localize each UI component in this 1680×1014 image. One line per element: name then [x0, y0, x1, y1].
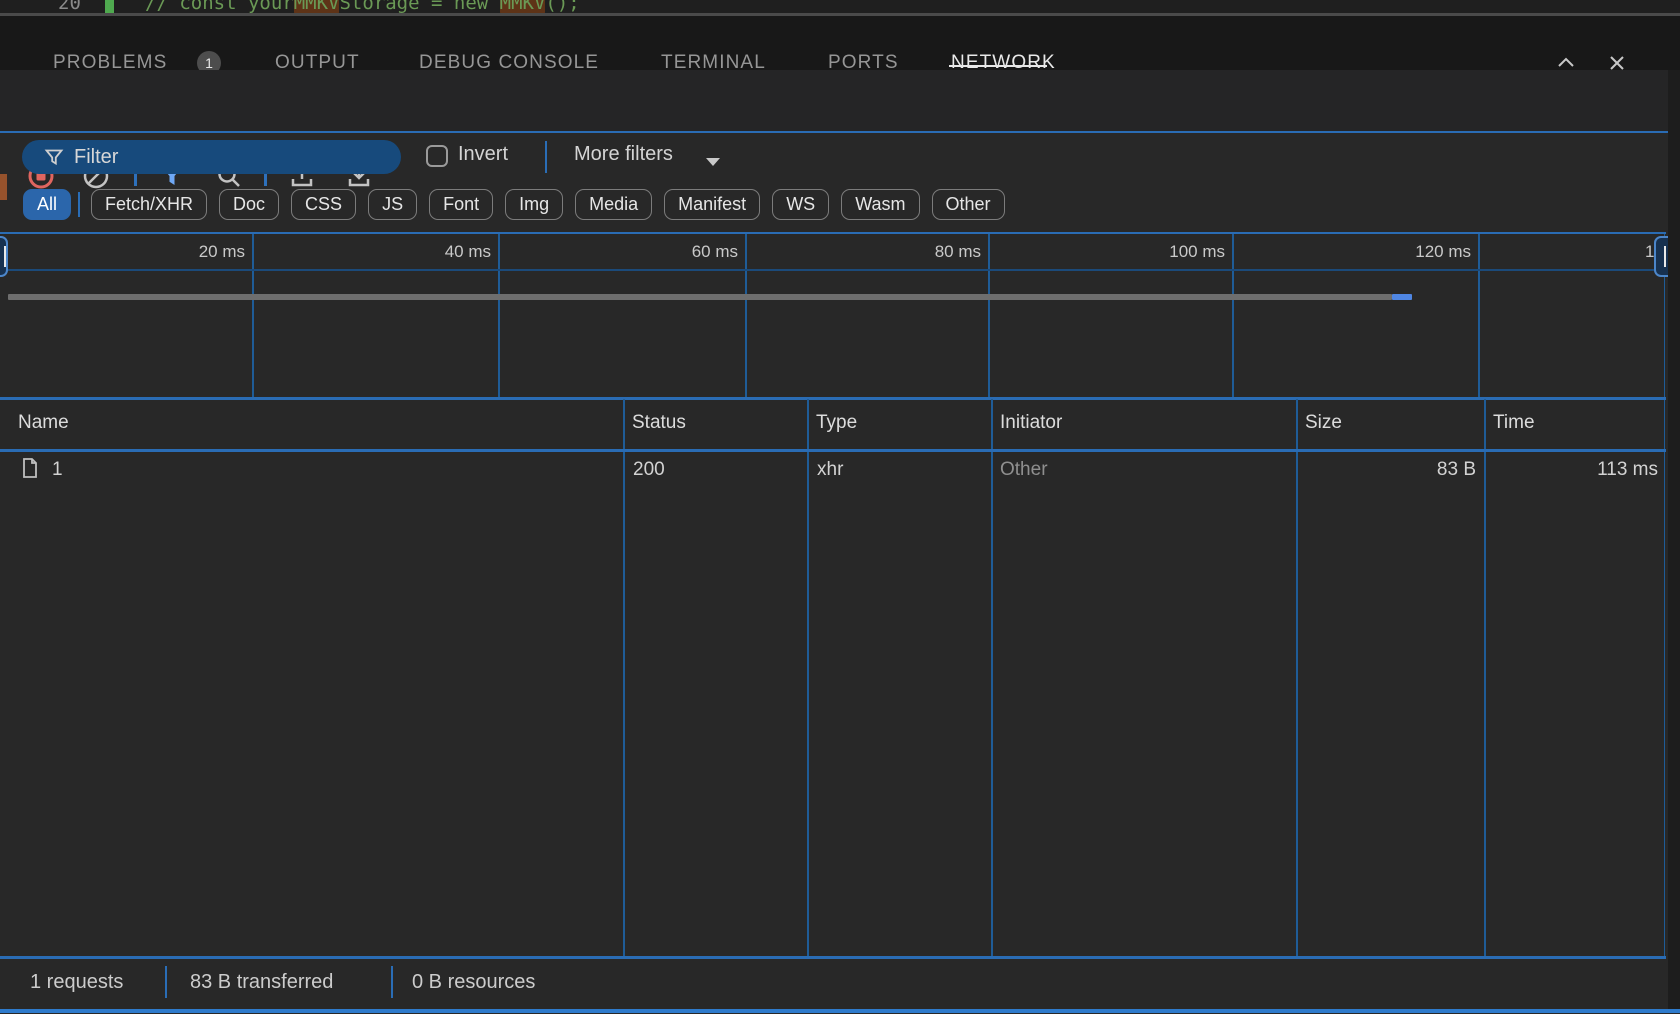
active-tab-underline [949, 65, 1047, 67]
column-header-status[interactable]: Status [632, 412, 686, 434]
chip-manifest[interactable]: Manifest [664, 189, 760, 220]
bottom-accent-border [0, 1009, 1680, 1013]
cell-status: 200 [633, 459, 665, 481]
chip-fetch-xhr[interactable]: Fetch/XHR [91, 189, 207, 220]
chip-media[interactable]: Media [575, 189, 652, 220]
column-divider [991, 399, 993, 956]
timeline-tick-label: 40 ms [401, 242, 491, 262]
chip-css[interactable]: CSS [291, 189, 356, 220]
column-divider [1484, 399, 1486, 956]
chip-font[interactable]: Font [429, 189, 493, 220]
table-bottom-border [0, 956, 1666, 959]
overview-waterfall-bar-tip [1392, 294, 1412, 301]
vscode-bottom-panel: 20 // const yourMMKVStorage = new MMKV()… [0, 0, 1680, 1014]
document-icon [22, 458, 38, 483]
column-divider [623, 399, 625, 956]
timeline-top-border [0, 232, 1666, 234]
filter-input-pill[interactable] [22, 140, 401, 174]
resource-type-chips: Fetch/XHR Doc CSS JS Font Img Media Mani… [91, 189, 1005, 220]
column-header-initiator[interactable]: Initiator [1000, 412, 1062, 434]
panel-tab-bar: PROBLEMS 1 OUTPUT DEBUG CONSOLE TERMINAL… [0, 16, 1680, 70]
chips-separator [78, 192, 80, 217]
status-separator [391, 966, 393, 998]
ruler-bottom-line [0, 269, 1664, 271]
timeline-gridline [498, 234, 500, 397]
timeline-tick-label: 120 ms [1381, 242, 1471, 262]
left-edge-decoration [0, 174, 7, 200]
chip-img[interactable]: Img [505, 189, 563, 220]
timeline-gridline [988, 234, 990, 397]
cell-size: 83 B [1296, 459, 1476, 481]
timeline-tick-label: 60 ms [648, 242, 738, 262]
search-match-highlight: MMKV [294, 0, 340, 13]
cell-initiator: Other [1000, 459, 1048, 481]
grip-line [4, 246, 6, 267]
column-header-time[interactable]: Time [1493, 412, 1535, 434]
network-toolbar [0, 70, 1680, 131]
timeline-tick-label: 80 ms [891, 242, 981, 262]
timeline-gridline [745, 234, 747, 397]
cell-type: xhr [817, 459, 843, 481]
overview-waterfall-bar [8, 294, 1392, 300]
cell-name: 1 [52, 459, 63, 481]
right-edge-gutter [1668, 70, 1680, 1009]
toolbar-bottom-border [0, 131, 1668, 133]
timeline-tick-label: 100 ms [1135, 242, 1225, 262]
column-divider [1296, 399, 1298, 956]
chip-doc[interactable]: Doc [219, 189, 279, 220]
more-filters-button[interactable]: More filters [574, 143, 673, 166]
chip-ws[interactable]: WS [772, 189, 829, 220]
column-header-name[interactable]: Name [18, 412, 69, 434]
search-match-highlight: MMKV [500, 0, 546, 13]
header-bottom-border [0, 449, 1666, 452]
timeline-gridline [252, 234, 254, 397]
grip-line [1664, 246, 1666, 267]
chip-other[interactable]: Other [932, 189, 1005, 220]
timeline-gridline [1232, 234, 1234, 397]
panel-right-border [1664, 234, 1666, 956]
filter-row-separator [545, 141, 547, 173]
chip-all[interactable]: All [23, 189, 71, 220]
timeline-gridline [1478, 234, 1480, 397]
requests-count-summary: 1 requests [30, 971, 123, 994]
timeline-bottom-border [0, 397, 1666, 400]
chip-js[interactable]: JS [368, 189, 417, 220]
timeline-tick-label: 20 ms [155, 242, 245, 262]
overview-left-drag-handle[interactable] [0, 236, 8, 277]
column-header-size[interactable]: Size [1305, 412, 1342, 434]
invert-checkbox[interactable] [426, 145, 448, 167]
chip-wasm[interactable]: Wasm [841, 189, 919, 220]
chevron-down-icon [706, 158, 720, 166]
cell-time: 113 ms [1484, 459, 1658, 481]
transferred-summary: 83 B transferred [190, 971, 333, 994]
column-header-type[interactable]: Type [816, 412, 857, 434]
code-line: // const yourMMKVStorage = new MMKV(); [145, 0, 580, 13]
invert-label[interactable]: Invert [458, 143, 508, 166]
line-number: 20 [58, 0, 81, 13]
filter-input[interactable] [74, 143, 384, 171]
column-divider [807, 399, 809, 956]
editor-strip: 20 // const yourMMKVStorage = new MMKV()… [0, 0, 1680, 13]
resources-summary: 0 B resources [412, 971, 535, 994]
filter-funnel-small-icon [44, 147, 64, 167]
modified-line-gutter-indicator [105, 0, 114, 13]
status-separator [165, 966, 167, 998]
